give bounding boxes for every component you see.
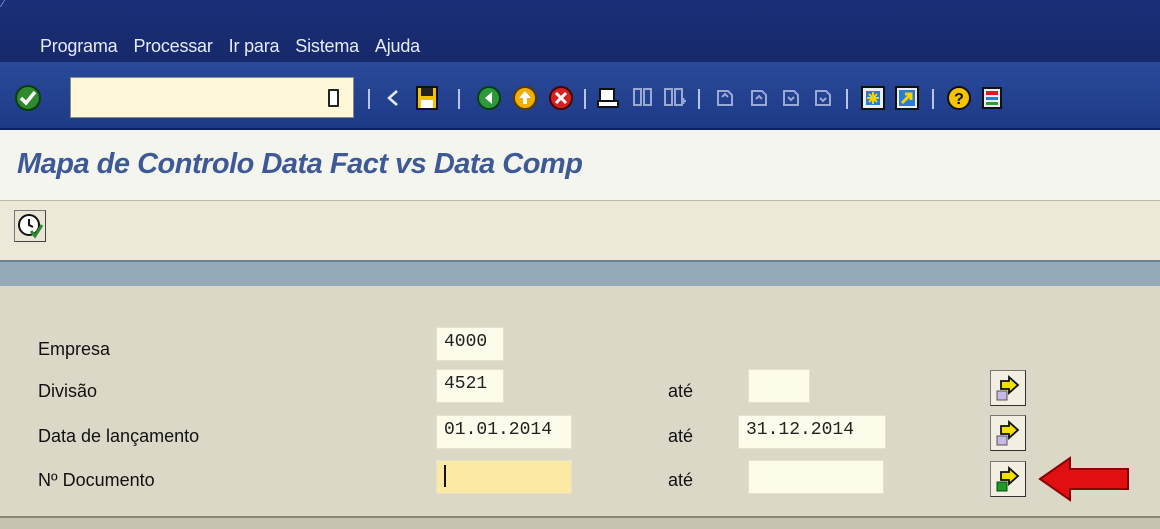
divisao-multiple-selection-button[interactable] (990, 370, 1026, 406)
data-lancamento-multiple-selection-button[interactable] (990, 415, 1026, 451)
toolbar-separator (368, 89, 370, 109)
label-ate-documento: até (668, 470, 694, 490)
back-icon[interactable] (476, 85, 502, 111)
system-toolbar: ? (0, 62, 1160, 130)
first-page-icon[interactable] (712, 85, 738, 111)
menu-bar: ⁄ Programa Processar Ir para Sistema Aju… (0, 0, 1160, 62)
command-field[interactable] (70, 77, 354, 118)
selection-screen (0, 286, 1160, 516)
multiple-selection-arrow-icon (996, 419, 1020, 446)
exit-icon[interactable] (512, 85, 538, 111)
next-page-icon[interactable] (778, 85, 804, 111)
application-toolbar (0, 200, 1160, 260)
shortcut-icon[interactable] (894, 85, 920, 111)
menu-programa[interactable]: Programa (40, 36, 118, 57)
cancel-icon[interactable] (548, 85, 574, 111)
multiple-selection-green-arrow-icon (996, 465, 1020, 492)
print-icon[interactable] (596, 85, 622, 111)
customize-layout-icon[interactable] (980, 85, 1006, 111)
execute-clock-icon (18, 214, 44, 239)
help-icon[interactable]: ? (946, 85, 972, 111)
back-arrow-icon[interactable] (380, 85, 406, 111)
window-corner-icon: ⁄ (2, 0, 4, 10)
n-documento-multiple-selection-button[interactable] (990, 461, 1026, 497)
menu-ajuda[interactable]: Ajuda (375, 36, 420, 57)
divisao-from-field[interactable]: 4521 (436, 369, 504, 403)
toolbar-separator (846, 89, 848, 109)
toolbar-separator (584, 89, 586, 109)
label-data-lancamento: Data de lançamento (38, 426, 200, 446)
enter-check-icon[interactable] (14, 84, 42, 112)
execute-button[interactable] (14, 210, 46, 242)
svg-text:?: ? (954, 91, 964, 108)
find-next-icon[interactable] (662, 85, 688, 111)
toolbar-separator (932, 89, 934, 109)
page-title: Mapa de Controlo Data Fact vs Data Comp (17, 148, 583, 180)
label-n-documento: Nº Documento (38, 470, 155, 490)
n-documento-to-field[interactable] (748, 460, 884, 494)
previous-page-icon[interactable] (746, 85, 772, 111)
multiple-selection-arrow-icon (996, 374, 1020, 401)
header-strip (0, 260, 1160, 286)
status-area (0, 516, 1160, 529)
toolbar-separator (698, 89, 700, 109)
n-documento-from-field[interactable] (436, 460, 572, 494)
label-ate-data: até (668, 426, 694, 446)
menu-ir-para[interactable]: Ir para (229, 36, 280, 57)
new-session-icon[interactable] (860, 85, 886, 111)
annotation-arrow-icon (1038, 456, 1129, 502)
command-history-icon[interactable] (328, 89, 339, 107)
menu-processar[interactable]: Processar (133, 36, 212, 57)
label-ate-divisao: até (668, 381, 694, 401)
menu-sistema[interactable]: Sistema (295, 36, 359, 57)
data-lancamento-to-field[interactable]: 31.12.2014 (738, 415, 886, 449)
empresa-field[interactable]: 4000 (436, 327, 504, 361)
find-icon[interactable] (630, 85, 656, 111)
toolbar-separator (458, 89, 460, 109)
data-lancamento-from-field[interactable]: 01.01.2014 (436, 415, 572, 449)
label-empresa: Empresa (38, 339, 111, 359)
save-icon[interactable] (414, 85, 440, 111)
text-cursor (444, 465, 446, 487)
last-page-icon[interactable] (810, 85, 836, 111)
label-divisao: Divisão (38, 381, 98, 401)
divisao-to-field[interactable] (748, 369, 810, 403)
